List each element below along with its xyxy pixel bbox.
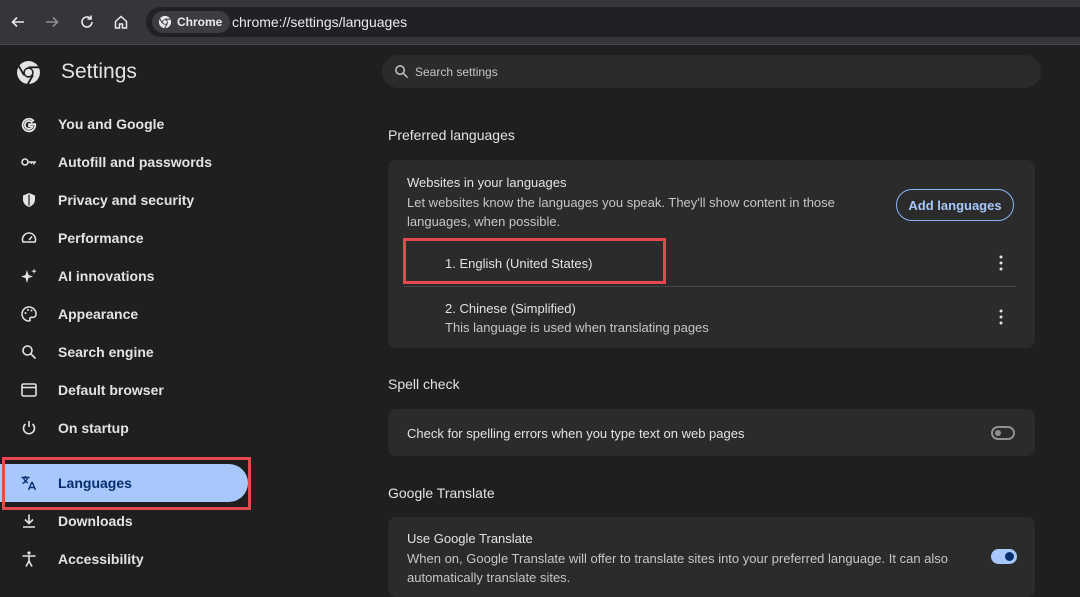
sidebar-item-ai-innovations[interactable]: AI innovations	[0, 257, 248, 295]
site-chip-label: Chrome	[177, 15, 223, 29]
settings-brand: Settings	[16, 60, 137, 85]
sidebar-item-appearance[interactable]: Appearance	[0, 295, 248, 333]
search-icon	[395, 65, 409, 79]
key-icon	[21, 158, 36, 166]
speedometer-icon	[21, 232, 37, 243]
section-title-preferred-languages: Preferred languages	[388, 127, 515, 143]
reload-icon	[81, 15, 93, 28]
sidebar-item-label: You and Google	[58, 116, 165, 132]
language-note: This language is used when translating p…	[445, 320, 709, 335]
section-title-spell-check: Spell check	[388, 376, 460, 392]
sidebar-item-label: Default browser	[58, 382, 164, 398]
palette-icon	[21, 306, 37, 322]
search-input[interactable]: Search settings	[382, 55, 1041, 88]
accessibility-icon	[22, 551, 36, 567]
forward-button[interactable]	[40, 10, 64, 34]
chrome-logo-icon	[158, 15, 172, 29]
url-text[interactable]: chrome://settings/languages	[232, 14, 407, 30]
toggle-knob	[995, 430, 1001, 436]
power-icon	[22, 421, 36, 435]
spell-check-card: Check for spelling errors when you type …	[388, 409, 1035, 456]
sidebar-item-label: Privacy and security	[58, 192, 195, 208]
sidebar-item-label: Performance	[58, 230, 144, 246]
sparkle-icon	[21, 268, 37, 283]
translate-heading: Use Google Translate	[407, 531, 533, 546]
sidebar-item-label: Accessibility	[58, 551, 144, 567]
translate-description: When on, Google Translate will offer to …	[407, 551, 949, 585]
home-button[interactable]	[109, 10, 133, 34]
sidebar-item-on-startup[interactable]: On startup	[0, 409, 248, 447]
add-languages-button[interactable]: Add languages	[896, 189, 1014, 221]
chrome-logo-icon	[17, 61, 40, 85]
spell-check-label: Check for spelling errors when you type …	[407, 426, 745, 441]
sidebar-item-label: Downloads	[58, 513, 133, 529]
spell-check-toggle[interactable]	[991, 426, 1015, 440]
sidebar-item-label: AI innovations	[58, 268, 155, 284]
language-name: 2. Chinese (Simplified)	[445, 301, 576, 316]
browser-toolbar: Chrome chrome://settings/languages	[0, 0, 1080, 45]
reload-button[interactable]	[75, 10, 99, 34]
sidebar-item-label: On startup	[58, 420, 129, 436]
search-placeholder: Search settings	[415, 65, 498, 79]
sidebar-item-label: Appearance	[58, 306, 139, 322]
google-translate-toggle[interactable]	[991, 549, 1017, 564]
shield-icon	[23, 193, 35, 207]
home-icon	[114, 15, 128, 29]
address-bar[interactable]: Chrome chrome://settings/languages	[146, 7, 1080, 37]
arrow-left-icon	[11, 16, 24, 28]
sidebar-item-label: Autofill and passwords	[58, 154, 213, 170]
more-vert-icon[interactable]	[999, 255, 1003, 271]
back-button[interactable]	[6, 10, 30, 34]
websites-languages-heading: Websites in your languages	[407, 175, 567, 190]
section-title-google-translate: Google Translate	[388, 485, 495, 501]
sidebar-item-accessibility[interactable]: Accessibility	[0, 540, 248, 578]
sidebar-item-default-browser[interactable]: Default browser	[0, 371, 248, 409]
browser-window-icon	[21, 383, 37, 397]
page-title: Settings	[61, 60, 137, 83]
google-g-icon	[21, 117, 37, 133]
annotation-highlight-languages	[2, 457, 251, 510]
sidebar-item-search-engine[interactable]: Search engine	[0, 333, 248, 371]
download-icon	[23, 514, 35, 528]
site-chip[interactable]: Chrome	[152, 11, 231, 33]
sidebar-item-privacy[interactable]: Privacy and security	[0, 181, 248, 219]
sidebar-item-you-and-google[interactable]: You and Google	[0, 105, 248, 143]
more-vert-icon[interactable]	[999, 309, 1003, 325]
arrow-right-icon	[46, 16, 59, 28]
annotation-highlight-english	[403, 238, 666, 284]
toggle-knob	[1005, 552, 1014, 561]
sidebar-item-autofill[interactable]: Autofill and passwords	[0, 143, 248, 181]
websites-languages-description: Let websites know the languages you spea…	[407, 195, 835, 229]
sidebar-item-performance[interactable]: Performance	[0, 219, 248, 257]
search-icon	[22, 345, 37, 360]
language-row-chinese[interactable]: 2. Chinese (Simplified) This language is…	[404, 287, 1016, 343]
google-translate-card: Use Google Translate When on, Google Tra…	[388, 517, 1035, 597]
sidebar-item-label: Search engine	[58, 344, 154, 360]
